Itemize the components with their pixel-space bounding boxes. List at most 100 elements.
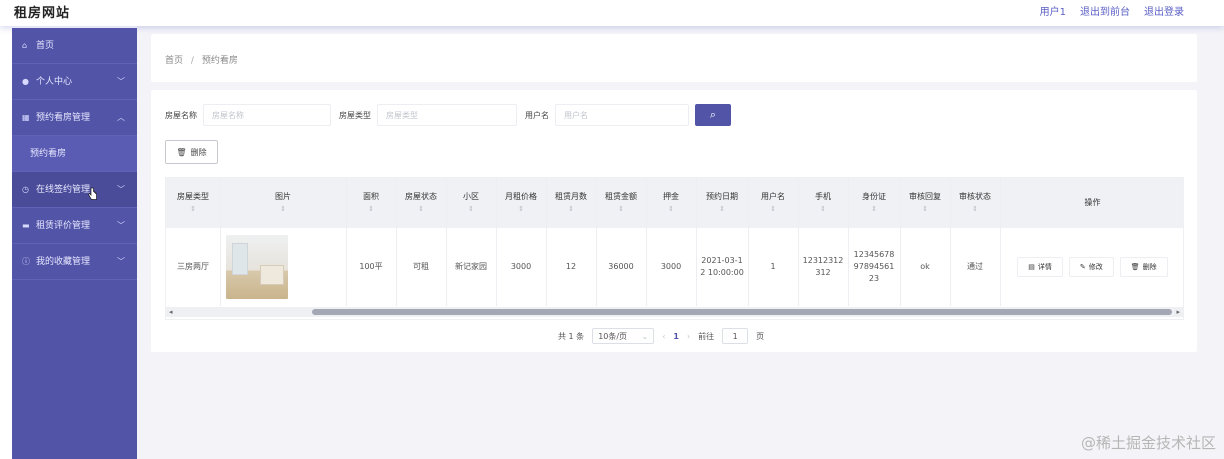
batch-delete-button[interactable]: 🗑 删除 [165,140,218,164]
col-status[interactable]: 房屋状态 ⇕ [396,178,446,228]
edit-button[interactable]: ✎ 修改 [1068,257,1114,277]
edit-icon: ✎ [1079,263,1086,271]
page-size-value: 10条/页 [598,331,628,341]
sidebar-item-home[interactable]: ⌂ 首页 [12,28,137,64]
col-deposit[interactable]: 押金 ⇕ [646,178,696,228]
sort-icon: ⇕ [820,205,826,213]
cell-actions: ▤ 详情 ✎ 修改 🗑 删除 [1000,228,1183,306]
chevron-down-icon: ﹀ [117,221,125,230]
list-icon: ▬ [22,221,30,230]
current-user-link[interactable]: 用户1 [1040,3,1066,18]
pagination: 共 1 条 10条/页 ⌄ ‹ 1 › 前往 1 页 [558,328,764,344]
cell-deposit: 3000 [660,262,682,271]
col-id-card[interactable]: 身份证 ⇕ [848,178,900,228]
hand-cursor-icon [88,187,97,200]
goto-label: 前往 [698,331,715,341]
house-photo[interactable] [226,235,288,299]
sort-icon: ⇕ [668,205,674,213]
house-name-label: 房屋名称 [165,110,197,120]
cell-community: 新记家园 [455,262,487,271]
chevron-down-icon: ﹀ [117,77,125,86]
row-delete-button[interactable]: 🗑 删除 [1119,257,1168,277]
search-bar: 房屋名称 房屋名称 房屋类型 房屋类型 用户名 用户名 ⌕ [165,104,731,126]
sidebar: ⌂ 首页 ● 个人中心 ﹀ ▦ 预约看房管理 ︿ 预约看房 ◷ 在线签约管理 ﹀ ▬ 租赁… [12,28,137,459]
cell-username: 1 [770,262,776,271]
cell-area: 100平 [359,262,383,271]
breadcrumb-separator: / [190,56,194,66]
sort-icon: ⇕ [418,205,424,213]
col-date[interactable]: 预约日期 ⇕ [696,178,748,228]
breadcrumb-current: 预约看房 [201,56,238,66]
col-actions: 操作 [1084,198,1101,207]
sort-icon: ⇕ [280,205,286,213]
page-size-select[interactable]: 10条/页 ⌄ [592,328,655,344]
table-row[interactable]: 三房两厅 100平 可租 新记家园 3000 12 36000 3000 202… [166,228,1183,306]
col-house-type[interactable]: 房屋类型 ⇕ [166,178,220,228]
col-months[interactable]: 租赁月数 ⇕ [546,178,596,228]
cell-phone: 12312312312 [802,256,844,277]
top-header: 租房网站 用户1 退出到前台 退出登录 [0,0,1224,26]
house-name-input[interactable]: 房屋名称 [203,104,331,126]
back-to-frontend-link[interactable]: 退出到前台 [1080,3,1130,18]
prev-page-button[interactable]: ‹ [662,332,665,341]
user-icon: ● [22,77,29,86]
col-amount[interactable]: 租赁金额 ⇕ [596,178,646,228]
sort-icon: ⇕ [190,205,196,213]
detail-button[interactable]: ▤ 详情 [1017,257,1063,277]
cell-date: 2021-03-12 10:00:00 [700,256,744,277]
col-monthly-price[interactable]: 月租价格 ⇕ [496,178,546,228]
col-community[interactable]: 小区 ⇕ [446,178,496,228]
col-area[interactable]: 面积 ⇕ [346,178,396,228]
sidebar-item-personal-center[interactable]: ● 个人中心 ﹀ [12,64,137,100]
sort-icon: ⇕ [568,205,574,213]
sort-icon: ⇕ [468,205,474,213]
scrollbar-thumb[interactable] [312,309,1172,315]
cell-status: 可租 [413,262,429,271]
col-reply[interactable]: 审核回复 ⇕ [900,178,950,228]
scroll-right-arrow-icon[interactable]: ▸ [1176,307,1180,317]
sidebar-item-contract-management[interactable]: ◷ 在线签约管理 ﹀ [12,172,137,208]
sidebar-item-review-management[interactable]: ▬ 租赁评价管理 ﹀ [12,208,137,244]
next-page-button[interactable]: › [687,332,690,341]
logout-link[interactable]: 退出登录 [1144,3,1184,18]
content-card: 房屋名称 房屋名称 房屋类型 房屋类型 用户名 用户名 ⌕ 🗑 删除 房屋类型 ⇕ … [151,90,1197,352]
breadcrumb-home[interactable]: 首页 [165,56,183,66]
username-input[interactable]: 用户名 [555,104,689,126]
col-phone[interactable]: 手机 ⇕ [798,178,848,228]
col-audit-status[interactable]: 审核状态 ⇕ [950,178,1000,228]
sidebar-item-favorites-management[interactable]: ⓘ 我的收藏管理 ﹀ [12,244,137,280]
sort-icon: ⇕ [770,205,776,213]
search-button[interactable]: ⌕ [695,104,731,126]
watermark: @稀土掘金技术社区 [1080,434,1216,452]
header-links: 用户1 退出到前台 退出登录 [1040,3,1184,18]
goto-page-input[interactable]: 1 [722,328,749,344]
sidebar-subitem-viewing[interactable]: 预约看房 [12,136,137,172]
horizontal-scrollbar[interactable]: ◂ ▸ [166,307,1183,317]
house-type-label: 房屋类型 [339,110,371,120]
chevron-down-icon: ⌄ [641,331,649,341]
cell-image [220,228,346,306]
sort-icon: ⇕ [518,205,524,213]
sort-icon: ⇕ [922,205,928,213]
sidebar-item-label: 在线签约管理 [36,185,91,195]
cell-id-card: 123456789789456123 [853,250,895,283]
sidebar-item-label: 预约看房管理 [36,113,91,123]
chevron-down-icon: ﹀ [117,257,125,266]
breadcrumb: 首页 / 预约看房 [151,34,1197,82]
search-icon: ⌕ [709,108,717,121]
username-label: 用户名 [525,110,549,120]
sort-icon: ⇕ [368,205,374,213]
current-page[interactable]: 1 [673,332,679,341]
cell-reply: ok [920,262,930,271]
col-username[interactable]: 用户名 ⇕ [748,178,798,228]
booking-table: 房屋类型 ⇕ 图片 ⇕ 面积 ⇕ 房屋状态 ⇕ 小区 ⇕ 月租价格 ⇕ 租赁月数 ⇕ 租赁金额… [165,177,1184,320]
sidebar-item-label: 个人中心 [36,77,73,87]
sort-icon: ⇕ [618,205,624,213]
sidebar-item-viewing-management[interactable]: ▦ 预约看房管理 ︿ [12,100,137,136]
scroll-left-arrow-icon[interactable]: ◂ [169,307,173,317]
sort-icon: ⇕ [972,205,978,213]
table-header: 房屋类型 ⇕ 图片 ⇕ 面积 ⇕ 房屋状态 ⇕ 小区 ⇕ 月租价格 ⇕ 租赁月数 ⇕ 租赁金额… [166,178,1183,228]
total-count: 共 1 条 [558,331,585,341]
col-image[interactable]: 图片 ⇕ [220,178,346,228]
house-type-input[interactable]: 房屋类型 [377,104,517,126]
